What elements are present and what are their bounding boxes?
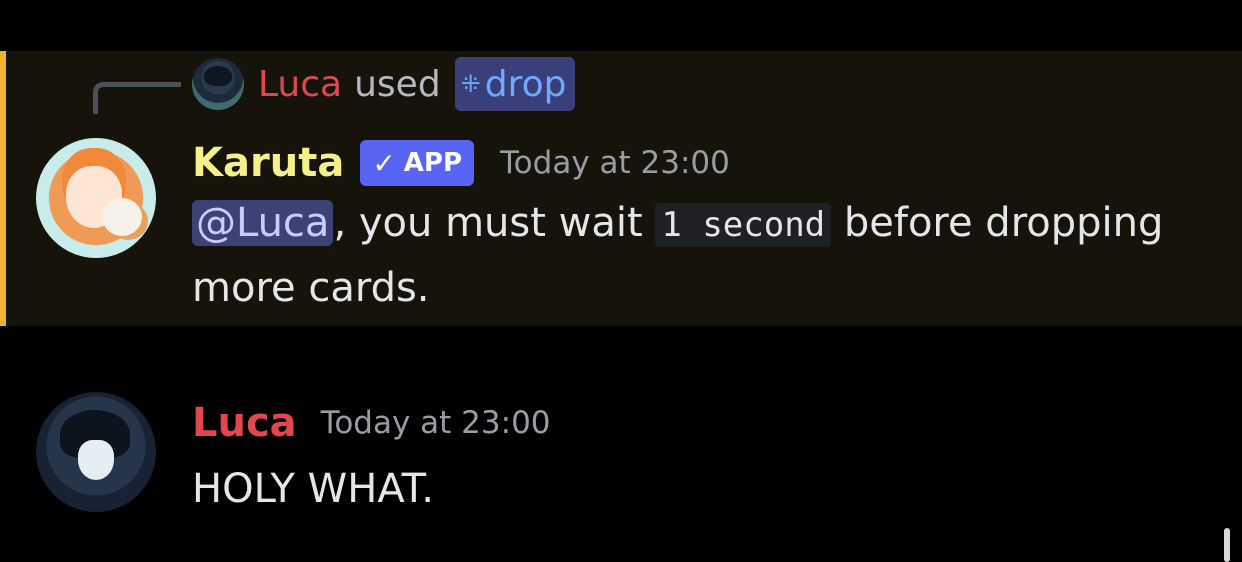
scrollbar[interactable]: [1224, 528, 1230, 562]
command-name: drop: [484, 63, 567, 105]
message-timestamp[interactable]: Today at 23:00: [500, 145, 730, 181]
message-header: Luca Today at 23:00: [192, 397, 551, 449]
karuta-avatar[interactable]: [36, 138, 156, 258]
message-content: HOLY WHAT.: [192, 466, 434, 512]
luca-username[interactable]: Luca: [192, 400, 297, 446]
app-badge-label: APP: [403, 148, 463, 178]
reply-connector-line: [93, 82, 181, 114]
user-mention[interactable]: @Luca: [192, 200, 334, 246]
chat-view: Luca used ⁜ drop Karuta ✓ APP Today at 2…: [0, 0, 1242, 562]
command-usage-line[interactable]: Luca used ⁜ drop: [192, 57, 575, 111]
reply-avatar[interactable]: [192, 58, 244, 110]
slash-command-icon: ⁜: [460, 70, 481, 98]
check-icon: ✓: [372, 146, 396, 180]
mention-indicator-bar: [0, 51, 6, 326]
message-timestamp[interactable]: Today at 23:00: [321, 405, 551, 441]
luca-avatar-face: [78, 440, 114, 480]
command-chip[interactable]: ⁜ drop: [454, 57, 575, 111]
inline-code: 1 second: [655, 203, 832, 247]
reply-used-text: used: [354, 63, 441, 105]
karuta-avatar-dog: [102, 198, 142, 236]
karuta-username[interactable]: Karuta: [192, 140, 344, 186]
app-badge: ✓ APP: [360, 140, 475, 186]
reply-username[interactable]: Luca: [258, 64, 342, 105]
message-content: @Luca, you must wait 1 second before dro…: [192, 192, 1212, 320]
luca-avatar[interactable]: [36, 392, 156, 512]
message-header: Karuta ✓ APP Today at 23:00: [192, 137, 730, 189]
message-text-part: , you must wait: [333, 200, 643, 246]
